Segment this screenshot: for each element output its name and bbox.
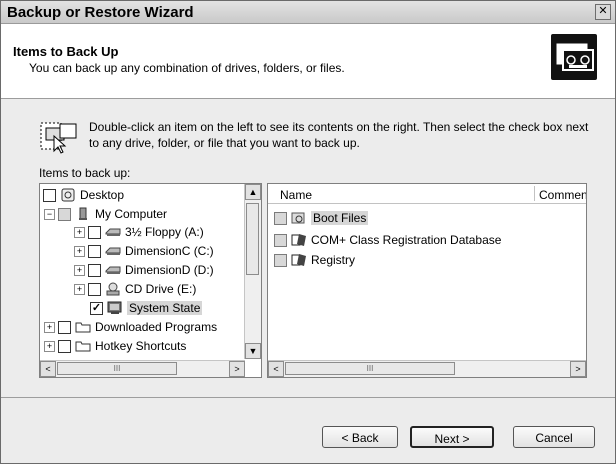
list-item-label: COM+ Class Registration Database [311, 233, 502, 247]
tree-vertical-scrollbar[interactable]: ▲ ▼ [244, 184, 261, 359]
computer-icon [75, 207, 91, 221]
folder-tree[interactable]: Desktop − My Computer + 3½ Floppy (A:) + [39, 183, 262, 378]
tree-item-label: 3½ Floppy (A:) [125, 225, 204, 239]
scroll-right-button[interactable]: > [570, 361, 586, 377]
tree-item-label: Hotkey Shortcuts [95, 339, 187, 353]
checkbox[interactable] [274, 233, 287, 247]
tree-item-hotkey-shortcuts[interactable]: + Hotkey Shortcuts [44, 337, 186, 355]
tree-item-desktop[interactable]: Desktop [43, 186, 124, 204]
checkbox[interactable] [88, 244, 101, 258]
floppy-drive-icon [105, 225, 121, 239]
wizard-header: Items to Back Up You can back up any com… [1, 24, 615, 99]
checkbox[interactable] [88, 282, 101, 296]
page-title: Items to Back Up [13, 44, 119, 59]
expand-toggle[interactable]: + [74, 283, 85, 295]
scroll-thumb[interactable]: III [285, 362, 455, 375]
tree-item-label: Downloaded Programs [95, 320, 218, 334]
checkbox[interactable] [43, 188, 56, 202]
checkbox[interactable] [58, 339, 71, 353]
collapse-toggle[interactable]: − [44, 208, 55, 220]
next-button[interactable]: Next > [410, 426, 494, 448]
list-header: Name Commen [268, 184, 586, 204]
footer-divider [1, 397, 615, 398]
checkbox[interactable] [274, 253, 287, 267]
instruction-text: Double-click an item on the left to see … [89, 120, 589, 150]
boot-files-icon [291, 211, 307, 225]
tree-item-label: Desktop [80, 188, 125, 202]
list-item-label: Boot Files [311, 211, 369, 225]
backup-wizard-icon [551, 34, 597, 80]
window-title: Backup or Restore Wizard [7, 4, 194, 21]
wizard-window: Backup or Restore Wizard ✕ Items to Back… [0, 0, 616, 464]
cancel-button[interactable]: Cancel [513, 426, 595, 448]
back-button[interactable]: < Back [322, 426, 398, 448]
scroll-up-button[interactable]: ▲ [245, 184, 261, 200]
expand-toggle[interactable]: + [44, 340, 55, 352]
checkbox[interactable] [58, 207, 71, 221]
tree-item-downloaded-programs[interactable]: + Downloaded Programs [44, 318, 217, 336]
close-button[interactable]: ✕ [595, 4, 611, 20]
component-icon [291, 233, 307, 247]
scroll-right-button[interactable]: > [229, 361, 245, 377]
checkbox[interactable] [88, 225, 101, 239]
list-item-boot-files[interactable]: Boot Files [274, 209, 369, 227]
checkbox[interactable] [88, 263, 101, 277]
items-to-back-up-label: Items to back up: [39, 166, 131, 180]
checked-checkbox[interactable]: ✓ [90, 301, 103, 315]
tree-item-label: My Computer [95, 207, 168, 221]
tree-item-floppy[interactable]: + 3½ Floppy (A:) [74, 223, 204, 241]
checkbox[interactable] [58, 320, 71, 334]
desktop-icon [60, 188, 76, 202]
tree-horizontal-scrollbar[interactable]: < III > [40, 360, 245, 377]
tree-item-system-state[interactable]: ✓ System State [90, 299, 203, 317]
hard-drive-icon [105, 263, 121, 277]
column-header-name[interactable]: Name [280, 188, 312, 202]
page-subtitle: You can back up any combination of drive… [29, 61, 345, 75]
column-divider[interactable] [534, 186, 535, 201]
tree-item-my-computer[interactable]: − My Computer [44, 205, 167, 223]
scroll-left-button[interactable]: < [268, 361, 284, 377]
tree-item-label: DimensionD (D:) [125, 263, 214, 277]
column-header-comment[interactable]: Commen [539, 188, 586, 202]
list-horizontal-scrollbar[interactable]: < III > [268, 360, 586, 377]
expand-toggle[interactable]: + [74, 245, 85, 257]
title-bar[interactable]: Backup or Restore Wizard ✕ [1, 1, 615, 24]
hard-drive-icon [105, 244, 121, 258]
expand-toggle[interactable]: + [74, 264, 85, 276]
tree-item-label: CD Drive (E:) [125, 282, 197, 296]
list-item-registry[interactable]: Registry [274, 251, 355, 269]
scroll-thumb[interactable]: III [57, 362, 177, 375]
tree-item-label: DimensionC (C:) [125, 244, 214, 258]
tree-item-drive-c[interactable]: + DimensionC (C:) [74, 242, 214, 260]
scroll-thumb[interactable] [246, 203, 259, 275]
expand-toggle[interactable]: + [44, 321, 55, 333]
item-list-view[interactable]: Name Commen Boot Files COM+ Class Regist… [267, 183, 587, 378]
cd-drive-icon [105, 282, 121, 296]
list-item-com-plus[interactable]: COM+ Class Registration Database [274, 231, 501, 249]
folder-icon [75, 339, 91, 353]
tree-item-drive-d[interactable]: + DimensionD (D:) [74, 261, 214, 279]
folder-icon [75, 320, 91, 334]
registry-icon [291, 253, 307, 267]
hint-select-icon [40, 118, 78, 154]
system-state-icon [107, 301, 123, 315]
scroll-down-button[interactable]: ▼ [245, 343, 261, 359]
scroll-left-button[interactable]: < [40, 361, 56, 377]
list-item-label: Registry [311, 253, 356, 267]
tree-item-label: System State [127, 301, 203, 315]
expand-toggle[interactable]: + [74, 226, 85, 238]
checkbox[interactable] [274, 211, 287, 225]
tree-item-cd-drive[interactable]: + CD Drive (E:) [74, 280, 196, 298]
